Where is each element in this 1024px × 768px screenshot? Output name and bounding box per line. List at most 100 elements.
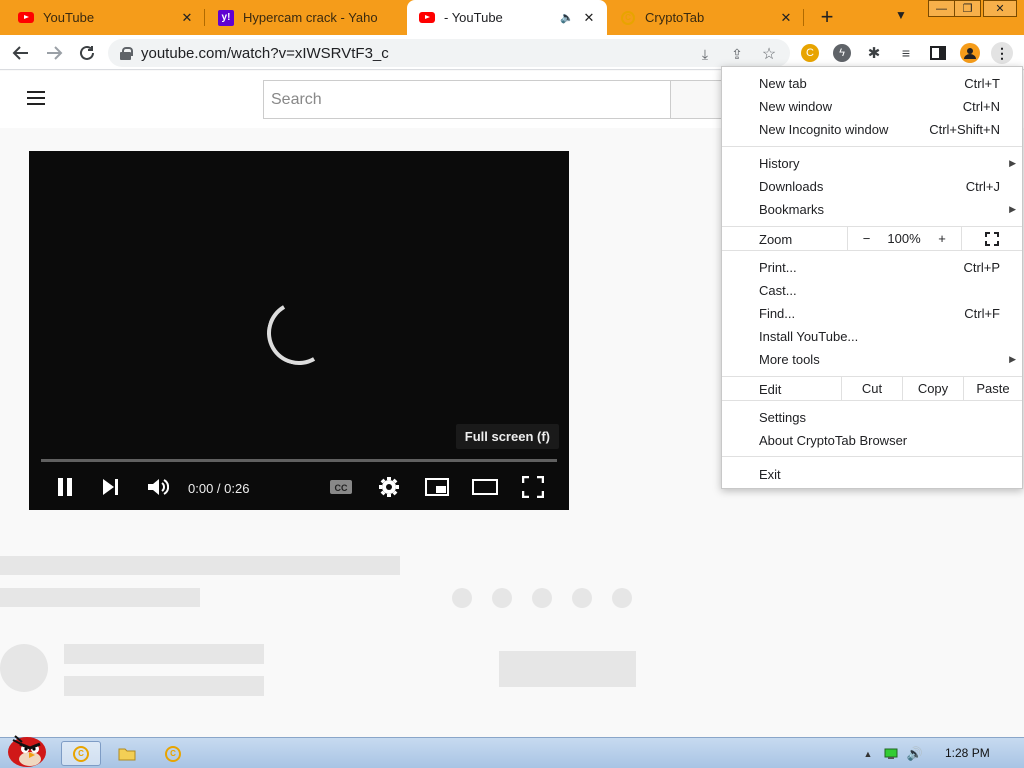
menu-more-tools[interactable]: More tools ▶ [722, 348, 1022, 371]
video-player[interactable]: Full screen (f) 0:00 / 0:26 CC [29, 151, 569, 510]
close-tab-icon[interactable]: ✕ [579, 8, 599, 28]
taskbar-clock[interactable]: 1:28 PM [945, 746, 990, 760]
skeleton-channel-subs [64, 676, 264, 696]
tab-youtube-active[interactable]: - YouTube 🔈 ✕ [407, 0, 607, 35]
tab-yahoo[interactable]: y! Hypercam crack - Yaho [206, 0, 406, 35]
back-button[interactable] [8, 40, 34, 66]
video-progress-bar[interactable] [41, 459, 557, 462]
menu-bookmarks[interactable]: Bookmarks ▶ [722, 198, 1022, 221]
taskbar-cryptotab-pinned[interactable]: C [160, 741, 186, 766]
forward-arrow-icon [47, 46, 63, 60]
fullscreen-toggle-button[interactable] [961, 227, 1022, 250]
menu-label: About CryptoTab Browser [759, 433, 908, 448]
menu-settings[interactable]: Settings [722, 406, 1022, 429]
taskbar-cryptotab-button[interactable]: C [61, 741, 101, 766]
tab-title: YouTube [43, 10, 95, 25]
yahoo-icon: y! [218, 9, 234, 26]
fullscreen-tooltip: Full screen (f) [455, 424, 559, 449]
menu-label: Install YouTube... [759, 329, 859, 344]
svg-text:CC: CC [335, 483, 348, 493]
address-url[interactable]: youtube.com/watch?v=xIWSRVtF3_c [141, 45, 389, 62]
bookmark-star-icon[interactable]: ☆ [760, 45, 778, 63]
gear-icon [379, 477, 399, 497]
paste-button[interactable]: Paste [963, 377, 1022, 400]
miniplayer-button[interactable] [425, 475, 449, 499]
pause-button[interactable] [53, 475, 77, 499]
skeleton-channel-name [64, 644, 264, 664]
volume-tray-icon[interactable]: 🔊 [905, 741, 925, 766]
tray-expand-icon[interactable]: ▲ [860, 741, 876, 766]
menu-label: New Incognito window [759, 122, 889, 137]
copy-button[interactable]: Copy [902, 377, 963, 400]
menu-zoom-row: Zoom − 100% + [722, 226, 1022, 251]
fullscreen-icon [985, 231, 999, 246]
tab-cryptotab[interactable]: C CryptoTab ✕ [608, 0, 804, 35]
lock-icon[interactable] [120, 46, 133, 60]
restore-button[interactable]: ❐ [954, 0, 981, 17]
menu-shortcut: Ctrl+T [964, 76, 1000, 91]
next-button[interactable] [99, 475, 123, 499]
zoom-plus-label: + [938, 231, 946, 246]
youtube-search-input[interactable]: Search [263, 80, 671, 119]
network-icon[interactable] [882, 741, 900, 766]
menu-install-app[interactable]: Install YouTube... [722, 325, 1022, 348]
menu-print[interactable]: Print... Ctrl+P [722, 256, 1022, 279]
skeleton-action-dot [452, 588, 472, 608]
media-control-icon[interactable]: ≡ [897, 44, 915, 62]
new-tab-button[interactable]: + [815, 6, 839, 30]
cryptotab-extension-icon[interactable]: C [801, 44, 819, 62]
settings-button[interactable] [377, 475, 401, 499]
tab-youtube-1[interactable]: YouTube ✕ [0, 0, 205, 35]
youtube-icon [18, 10, 34, 26]
forward-button[interactable] [41, 40, 67, 66]
menu-new-window[interactable]: New window Ctrl+N [722, 95, 1022, 118]
tab-search-chevron-icon[interactable]: ▼ [895, 8, 907, 22]
submenu-arrow-icon: ▶ [1009, 354, 1016, 364]
paste-label: Paste [976, 381, 1010, 396]
copy-label: Copy [917, 381, 949, 396]
cryptotab-icon: C [165, 745, 181, 762]
menu-find[interactable]: Find... Ctrl+F [722, 302, 1022, 325]
close-tab-icon[interactable]: ✕ [177, 8, 197, 28]
address-bar[interactable]: youtube.com/watch?v=xIWSRVtF3_c ⤓ ⇪ ☆ [108, 39, 790, 67]
tab-strip: YouTube ✕ y! Hypercam crack - Yaho - You… [0, 0, 1024, 35]
side-panel-icon[interactable] [929, 44, 947, 62]
minimize-button[interactable]: — [928, 0, 955, 17]
taskbar-explorer-button[interactable] [114, 741, 140, 766]
audio-playing-icon[interactable]: 🔈 [559, 10, 575, 26]
menu-history[interactable]: History ▶ [722, 152, 1022, 175]
skeleton-channel-avatar [0, 644, 48, 692]
menu-new-tab[interactable]: New tab Ctrl+T [722, 72, 1022, 95]
share-icon[interactable]: ⇪ [728, 45, 746, 63]
profile-avatar-icon[interactable] [960, 43, 980, 63]
lightning-extension-icon[interactable]: ϟ [833, 44, 851, 62]
volume-button[interactable] [146, 475, 170, 499]
install-app-icon[interactable]: ⤓ [696, 45, 714, 63]
zoom-out-button[interactable]: − [847, 227, 885, 250]
fullscreen-button[interactable] [521, 475, 545, 499]
menu-shortcut: Ctrl+J [965, 179, 1000, 194]
theater-mode-icon [472, 479, 498, 495]
cut-button[interactable]: Cut [841, 377, 902, 400]
start-button-angry-bird-icon[interactable] [2, 730, 50, 768]
pause-icon [58, 478, 72, 496]
menu-downloads[interactable]: Downloads Ctrl+J [722, 175, 1022, 198]
skeleton-action-dot [492, 588, 512, 608]
menu-label: Settings [759, 410, 806, 425]
menu-exit[interactable]: Exit [722, 463, 1022, 486]
close-tab-icon[interactable]: ✕ [776, 8, 796, 28]
menu-cast[interactable]: Cast... [722, 279, 1022, 302]
reload-button[interactable] [74, 40, 100, 66]
chrome-menu-kebab-icon[interactable]: ⋮ [991, 42, 1013, 64]
subtitles-button[interactable]: CC [329, 475, 353, 499]
cut-label: Cut [861, 381, 883, 396]
theater-mode-button[interactable] [472, 475, 498, 499]
skeleton-subscribe-button [499, 651, 636, 687]
zoom-in-button[interactable]: + [923, 227, 961, 250]
next-icon [103, 479, 118, 495]
close-window-button[interactable]: ✕ [983, 0, 1017, 17]
menu-new-incognito-window[interactable]: New Incognito window Ctrl+Shift+N [722, 118, 1022, 141]
menu-about[interactable]: About CryptoTab Browser [722, 429, 1022, 452]
hamburger-menu-icon[interactable] [27, 91, 45, 105]
extensions-puzzle-icon[interactable]: ✱ [865, 44, 883, 62]
